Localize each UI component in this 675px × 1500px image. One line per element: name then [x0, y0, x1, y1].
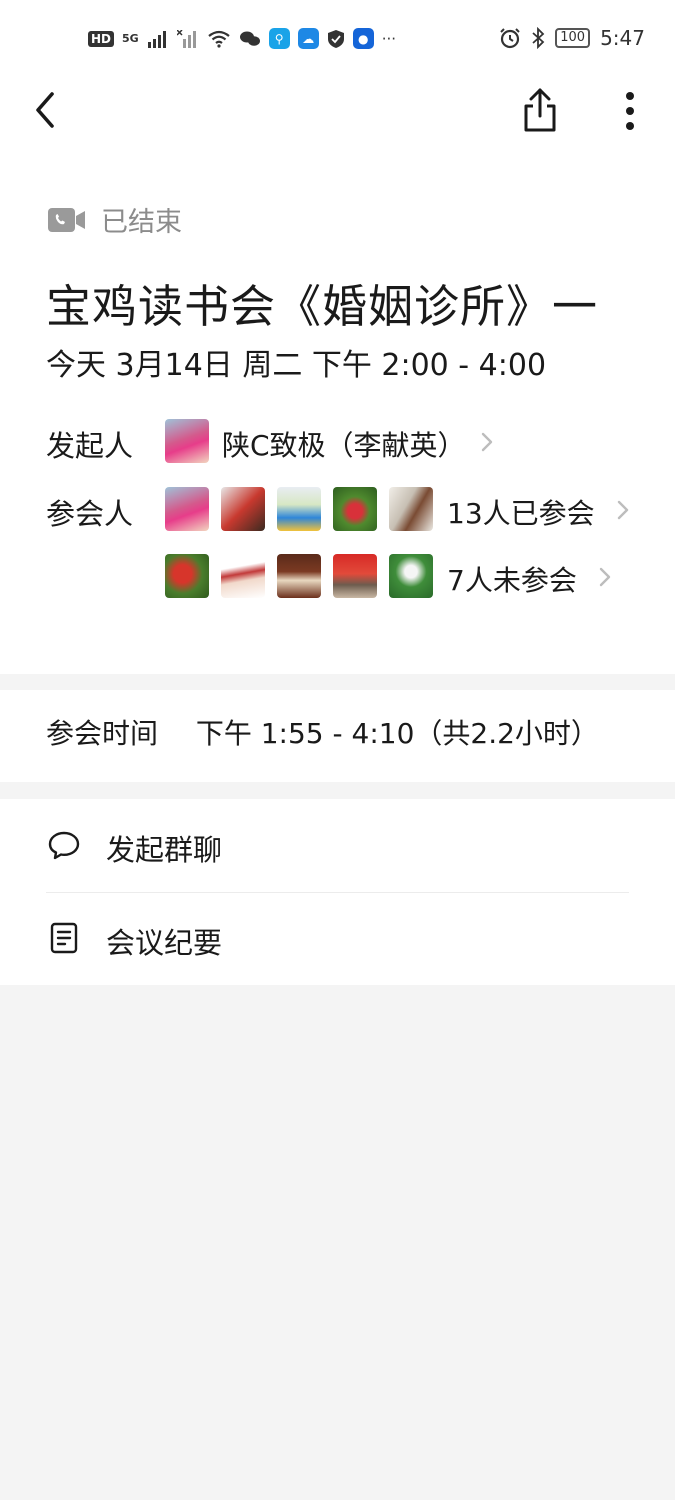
document-icon: [48, 922, 80, 954]
status-left: HD 5G ⚲ ☁ ● ···: [88, 28, 396, 49]
avatar[interactable]: [333, 487, 377, 531]
organizer-name[interactable]: 陕C致极（李献英）: [222, 424, 466, 464]
organizer-chevron[interactable]: [480, 431, 494, 453]
signal-icon: [147, 30, 166, 48]
organizer-label: 发起人: [46, 429, 134, 463]
more-vertical-icon: [626, 92, 634, 130]
attended-count[interactable]: 13人已参会: [447, 492, 595, 532]
search-app-icon: ⚲: [268, 28, 290, 49]
attended-chevron[interactable]: [616, 499, 630, 521]
avatar[interactable]: [165, 419, 209, 463]
alarm-icon: [500, 28, 520, 49]
status-right: 100 5:47: [499, 26, 645, 50]
shield-icon: [327, 29, 344, 48]
avatar[interactable]: [389, 487, 433, 531]
avatar[interactable]: [333, 554, 377, 598]
top-card: HD 5G ⚲ ☁ ● ··· 100 5:47 已结束 宝鸡读书会《婚姻诊所》…: [0, 0, 675, 674]
avatar[interactable]: [165, 487, 209, 531]
bulb-app-icon: ●: [352, 28, 374, 49]
bluetooth-icon: [532, 27, 545, 49]
participants-label: 参会人: [46, 497, 134, 531]
attend-time-row: 参会时间 下午 1:55 - 4:10（共2.2小时）: [46, 712, 599, 752]
avatar[interactable]: [165, 554, 209, 598]
wechat-icon: [239, 31, 260, 46]
avatar[interactable]: [277, 554, 321, 598]
more-notifications: ···: [381, 29, 397, 48]
attend-time-label: 参会时间: [46, 717, 159, 750]
wifi-icon: [208, 30, 230, 48]
share-icon: [524, 88, 556, 132]
state-label: 已结束: [101, 207, 182, 238]
chevron-right-icon: [481, 432, 493, 452]
battery-indicator: 100: [555, 28, 591, 48]
chevron-left-icon: [36, 92, 54, 128]
not-attended-chevron[interactable]: [598, 566, 612, 588]
meeting-schedule: 今天 3月14日 周二 下午 2:00 - 4:00: [46, 348, 547, 383]
signal-label: 5G: [122, 32, 139, 45]
status-bar: HD 5G ⚲ ☁ ● ··· 100 5:47: [0, 0, 675, 78]
avatar[interactable]: [221, 554, 265, 598]
video-call-icon: [48, 207, 85, 232]
share-button[interactable]: [518, 86, 562, 134]
signal-x-icon: [176, 29, 196, 48]
back-button[interactable]: [28, 88, 68, 132]
attend-time-value: 下午 1:55 - 4:10（共2.2小时）: [195, 717, 599, 750]
minutes-label: 会议纪要: [106, 926, 223, 960]
actions-section: 发起群聊 会议纪要: [0, 799, 675, 985]
avatar[interactable]: [221, 487, 265, 531]
not-attended-count[interactable]: 7人未参会: [447, 559, 577, 599]
meeting-state: 已结束: [47, 200, 182, 239]
group-chat-label: 发起群聊: [106, 833, 223, 867]
avatar[interactable]: [389, 554, 433, 598]
weather-app-icon: ☁: [297, 28, 319, 49]
attend-time-section: 参会时间 下午 1:55 - 4:10（共2.2小时）: [0, 690, 675, 782]
nav-bar: [0, 78, 675, 158]
clock: 5:47: [600, 26, 645, 50]
more-button[interactable]: [612, 90, 648, 134]
minutes-button[interactable]: 会议纪要: [0, 892, 675, 985]
chevron-right-icon: [599, 567, 611, 587]
group-chat-button[interactable]: 发起群聊: [0, 799, 675, 893]
chevron-right-icon: [617, 500, 629, 520]
chat-bubble-icon: [48, 829, 80, 861]
hd-indicator: HD: [88, 30, 115, 47]
avatar[interactable]: [277, 487, 321, 531]
meeting-title: 宝鸡读书会《婚姻诊所》一: [46, 280, 599, 333]
